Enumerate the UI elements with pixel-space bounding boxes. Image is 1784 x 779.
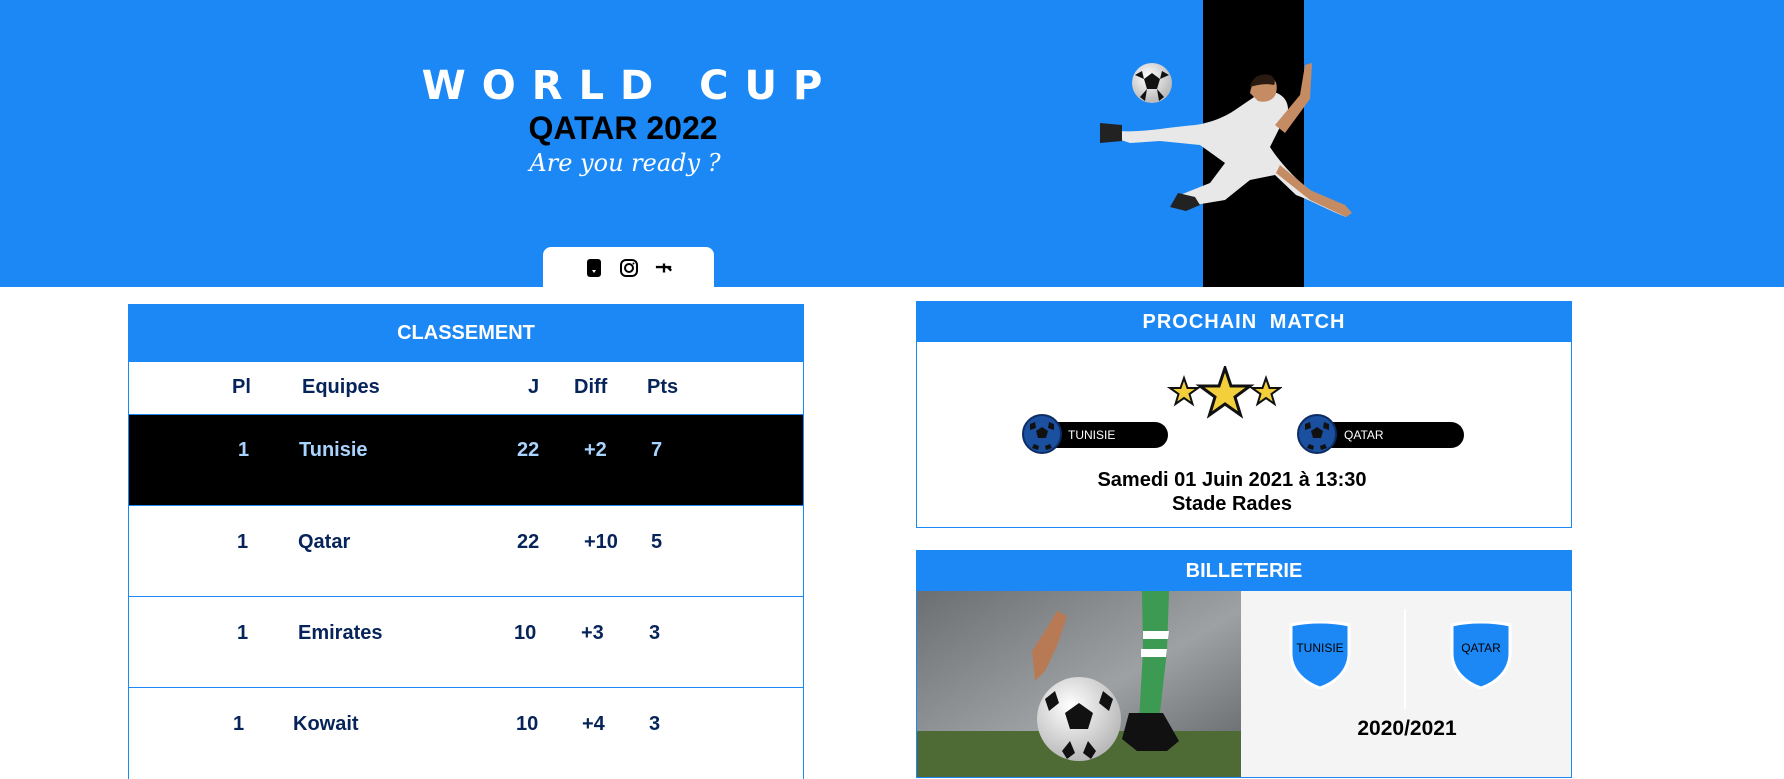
col-diff: Diff [574,376,608,398]
tagline: Are you ready ? [529,149,721,177]
social-bar [543,247,714,287]
ticket-divider [1404,609,1406,709]
header-banner: WORLD CUP QATAR 2022 Are you ready ? [0,0,1784,287]
cell-pts: 3 [649,713,661,735]
page-subtitle: QATAR 2022 [528,110,718,146]
col-pts: Pts [647,376,679,398]
cell-pl: 1 [237,622,249,644]
standings-header-row: Pl Equipes J Diff Pts [129,362,803,415]
cell-diff: +10 [584,531,618,553]
stars-icon [1167,366,1282,419]
table-row[interactable]: 1 Emirates 10 +3 3 [129,597,803,688]
cell-j: 10 [514,622,537,644]
ticket-away-label: QATAR [1461,641,1501,655]
instagram-icon[interactable] [619,259,638,277]
ticket-season: 2020/2021 [1357,717,1457,740]
cell-diff: +3 [581,622,604,644]
next-match-card: PROCHAIN MATCH TUNISIE QATAR Samedi 01 J… [916,301,1572,528]
table-row[interactable]: 1 Kowait 10 +4 3 [129,688,803,779]
cell-j: 10 [516,713,539,735]
col-pl: Pl [232,376,251,398]
away-team-label: QATAR [1344,428,1384,442]
cell-pts: 7 [651,439,663,461]
table-row[interactable]: 1 Qatar 22 +10 5 [129,506,803,597]
home-shield-icon[interactable] [1289,621,1351,689]
home-team-label: TUNISIE [1068,428,1116,442]
away-shield-icon[interactable] [1450,621,1512,689]
ticketing-title: BILLETERIE [917,551,1571,591]
cell-team: Qatar [298,531,351,553]
cell-diff: +2 [584,439,607,461]
cell-j: 22 [517,439,540,461]
match-venue: Stade Rades [1171,493,1293,515]
football-player-image [1100,63,1352,217]
ticketing-card: BILLETERIE TUNISIE QATAR 2020/2021 [916,550,1572,778]
col-j: J [528,376,540,398]
cell-team: Tunisie [299,439,368,461]
ticket-home-label: TUNISIE [1296,641,1344,655]
cell-team: Emirates [298,622,383,644]
match-date: Samedi 01 Juin 2021 à 13:30 [1097,469,1367,491]
cell-pl: 1 [233,713,245,735]
table-row[interactable]: 1 Tunisie 22 +2 7 [129,415,803,506]
next-match-title: PROCHAIN MATCH [917,302,1571,342]
cell-pl: 1 [238,439,250,461]
ball-photo [917,591,1241,777]
away-ball-icon [1297,414,1337,454]
cell-diff: +4 [582,713,605,735]
title-block: WORLD CUP QATAR 2022 Are you ready ? [380,62,880,180]
home-ball-icon [1022,414,1062,454]
standings-title: CLASSEMENT [129,305,803,362]
cell-pts: 5 [651,531,663,553]
cell-pl: 1 [237,531,249,553]
standings-table: CLASSEMENT Pl Equipes J Diff Pts 1 Tunis… [128,304,804,779]
twitter-icon[interactable] [655,259,673,277]
col-team: Equipes [302,376,380,398]
page-title: WORLD CUP [421,63,839,109]
cell-pts: 3 [649,622,661,644]
facebook-icon[interactable] [585,259,603,277]
cell-team: Kowait [293,713,359,735]
cell-j: 22 [517,531,540,553]
